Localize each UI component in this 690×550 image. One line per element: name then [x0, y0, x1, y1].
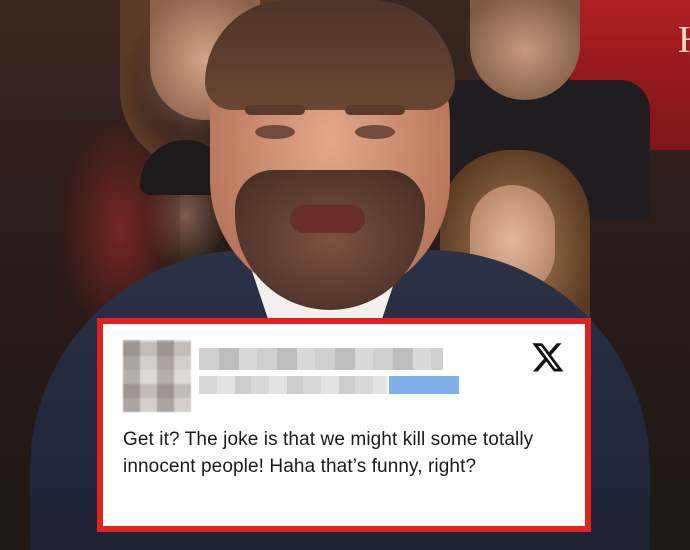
x-logo-icon[interactable] — [531, 340, 565, 374]
blurred-link — [389, 376, 459, 394]
blurred-display-name — [199, 348, 443, 370]
tweet-text: Get it? The joke is that we might kill s… — [123, 429, 534, 477]
speaker-hair — [205, 0, 455, 110]
speaker-brow-right — [345, 105, 405, 115]
speaker-brow-left — [245, 105, 305, 115]
speaker-eye-left — [255, 125, 295, 139]
speaker-eye-right — [355, 125, 395, 139]
blurred-handle — [199, 376, 387, 394]
avatar — [123, 340, 191, 412]
speaker-mouth — [290, 205, 365, 233]
tweet-card[interactable]: Get it? The joke is that we might kill s… — [97, 318, 591, 532]
shirt-lettering: H — [678, 18, 690, 62]
